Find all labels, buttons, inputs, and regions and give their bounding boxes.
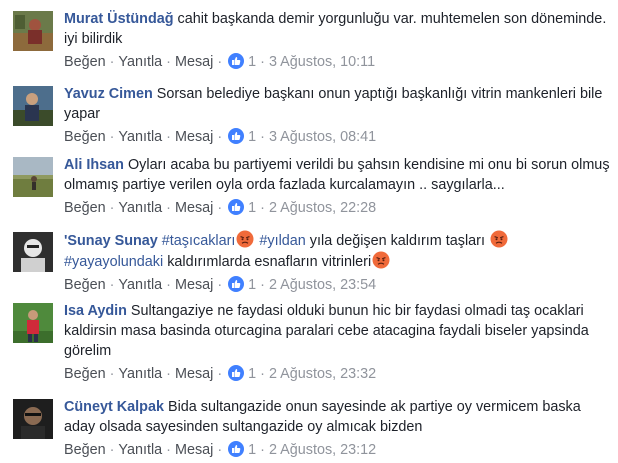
separator: · bbox=[260, 129, 265, 145]
message-button[interactable]: Mesaj bbox=[175, 366, 213, 382]
like-button[interactable]: Beğen bbox=[64, 442, 106, 458]
separator: · bbox=[217, 129, 223, 145]
separator: · bbox=[260, 442, 265, 458]
like-count[interactable]: 1 bbox=[248, 54, 256, 70]
message-button[interactable]: Mesaj bbox=[175, 277, 213, 293]
reply-button[interactable]: Yanıtla bbox=[118, 54, 162, 70]
separator: · bbox=[260, 366, 265, 382]
angry-emoji-icon bbox=[490, 230, 508, 248]
reply-button[interactable]: Yanıtla bbox=[118, 277, 162, 293]
reply-button[interactable]: Yanıtla bbox=[118, 200, 162, 216]
comment-timestamp[interactable]: 2 Ağustos, 23:12 bbox=[269, 442, 376, 458]
separator: · bbox=[109, 442, 115, 458]
reply-button[interactable]: Yanıtla bbox=[118, 366, 162, 382]
separator: · bbox=[260, 200, 265, 216]
like-icon[interactable] bbox=[228, 128, 245, 144]
reply-button[interactable]: Yanıtla bbox=[118, 442, 162, 458]
like-icon[interactable] bbox=[228, 365, 245, 381]
comment-author[interactable]: 'Sunay Sunay bbox=[64, 233, 158, 249]
like-button[interactable]: Beğen bbox=[64, 277, 106, 293]
like-count[interactable]: 1 bbox=[248, 200, 256, 216]
comment-author[interactable]: Murat Üstündağ bbox=[64, 11, 174, 27]
hashtag-link[interactable]: #taşıcakları bbox=[162, 233, 236, 249]
separator: · bbox=[260, 54, 265, 70]
comment-text: kaldırımlarda esnafların vitrinleri bbox=[167, 254, 372, 270]
like-count[interactable]: 1 bbox=[248, 277, 256, 293]
comment-text: Oyları acaba bu partiyemi verildi bu şah… bbox=[64, 157, 610, 193]
message-button[interactable]: Mesaj bbox=[175, 129, 213, 145]
separator: · bbox=[217, 54, 223, 70]
comment-author[interactable]: Cüneyt Kalpak bbox=[64, 399, 164, 415]
angry-emoji-icon bbox=[236, 230, 254, 248]
comment-list: Murat Üstündağ cahit başkanda demir yorg… bbox=[0, 0, 618, 463]
separator: · bbox=[166, 54, 171, 70]
separator: · bbox=[109, 277, 115, 293]
comment-timestamp[interactable]: 3 Ağustos, 08:41 bbox=[269, 129, 376, 145]
like-button[interactable]: Beğen bbox=[64, 129, 106, 145]
message-button[interactable]: Mesaj bbox=[175, 442, 213, 458]
like-button[interactable]: Beğen bbox=[64, 366, 106, 382]
comment-timestamp[interactable]: 2 Ağustos, 23:54 bbox=[269, 277, 376, 293]
avatar[interactable] bbox=[13, 157, 53, 197]
avatar[interactable] bbox=[13, 303, 53, 343]
like-icon[interactable] bbox=[228, 53, 245, 69]
like-icon[interactable] bbox=[228, 199, 245, 215]
comment-author[interactable]: Ali Ihsan bbox=[64, 157, 124, 173]
separator: · bbox=[260, 277, 265, 293]
separator: · bbox=[109, 366, 115, 382]
like-count[interactable]: 1 bbox=[248, 442, 256, 458]
separator: · bbox=[217, 442, 223, 458]
hashtag-link[interactable]: #yıldan bbox=[259, 233, 305, 249]
comment-actions: Beğen · Yanıtla · Mesaj · 1 · 2 Ağustos, 23:54 bbox=[64, 275, 610, 295]
comment-actions: Beğen · Yanıtla · Mesaj · 1 · 2 Ağustos, 23:12 bbox=[64, 440, 610, 460]
comment-actions: Beğen · Yanıtla · Mesaj · 1 · 2 Ağustos, 22:28 bbox=[64, 198, 610, 218]
like-icon[interactable] bbox=[228, 276, 245, 292]
separator: · bbox=[109, 129, 115, 145]
like-button[interactable]: Beğen bbox=[64, 200, 106, 216]
comment-timestamp[interactable]: 2 Ağustos, 22:28 bbox=[269, 200, 376, 216]
avatar[interactable] bbox=[13, 399, 53, 439]
comment-timestamp[interactable]: 2 Ağustos, 23:32 bbox=[269, 366, 376, 382]
like-button[interactable]: Beğen bbox=[64, 54, 106, 70]
separator: · bbox=[166, 366, 171, 382]
avatar[interactable] bbox=[13, 86, 53, 126]
avatar[interactable] bbox=[13, 232, 53, 272]
hashtag-link[interactable]: #yayayolundaki bbox=[64, 254, 163, 270]
separator: · bbox=[166, 442, 171, 458]
comment-author[interactable]: Isa Aydin bbox=[64, 303, 127, 319]
comment-timestamp[interactable]: 3 Ağustos, 10:11 bbox=[269, 54, 375, 70]
separator: · bbox=[166, 200, 171, 216]
like-icon[interactable] bbox=[228, 441, 245, 457]
separator: · bbox=[166, 277, 171, 293]
comment-text: yıla değişen kaldırım taşları bbox=[309, 233, 485, 249]
separator: · bbox=[217, 200, 223, 216]
reply-button[interactable]: Yanıtla bbox=[118, 129, 162, 145]
separator: · bbox=[109, 200, 115, 216]
message-button[interactable]: Mesaj bbox=[175, 54, 213, 70]
angry-emoji-icon bbox=[372, 251, 390, 269]
separator: · bbox=[217, 366, 223, 382]
comment-author[interactable]: Yavuz Cimen bbox=[64, 86, 153, 102]
comment-actions: Beğen · Yanıtla · Mesaj · 1 · 3 Ağustos, 08:41 bbox=[64, 127, 610, 147]
separator: · bbox=[166, 129, 171, 145]
separator: · bbox=[217, 277, 223, 293]
like-count[interactable]: 1 bbox=[248, 129, 256, 145]
like-count[interactable]: 1 bbox=[248, 366, 256, 382]
comment-text: Sultangaziye ne faydasi olduki bunun hic… bbox=[64, 303, 589, 359]
comment-actions: Beğen · Yanıtla · Mesaj · 1 · 2 Ağustos, 23:32 bbox=[64, 364, 610, 384]
comment-actions: Beğen · Yanıtla · Mesaj · 1 · 3 Ağustos, 10:11 bbox=[64, 52, 610, 72]
avatar[interactable] bbox=[13, 11, 53, 51]
separator: · bbox=[109, 54, 115, 70]
message-button[interactable]: Mesaj bbox=[175, 200, 213, 216]
